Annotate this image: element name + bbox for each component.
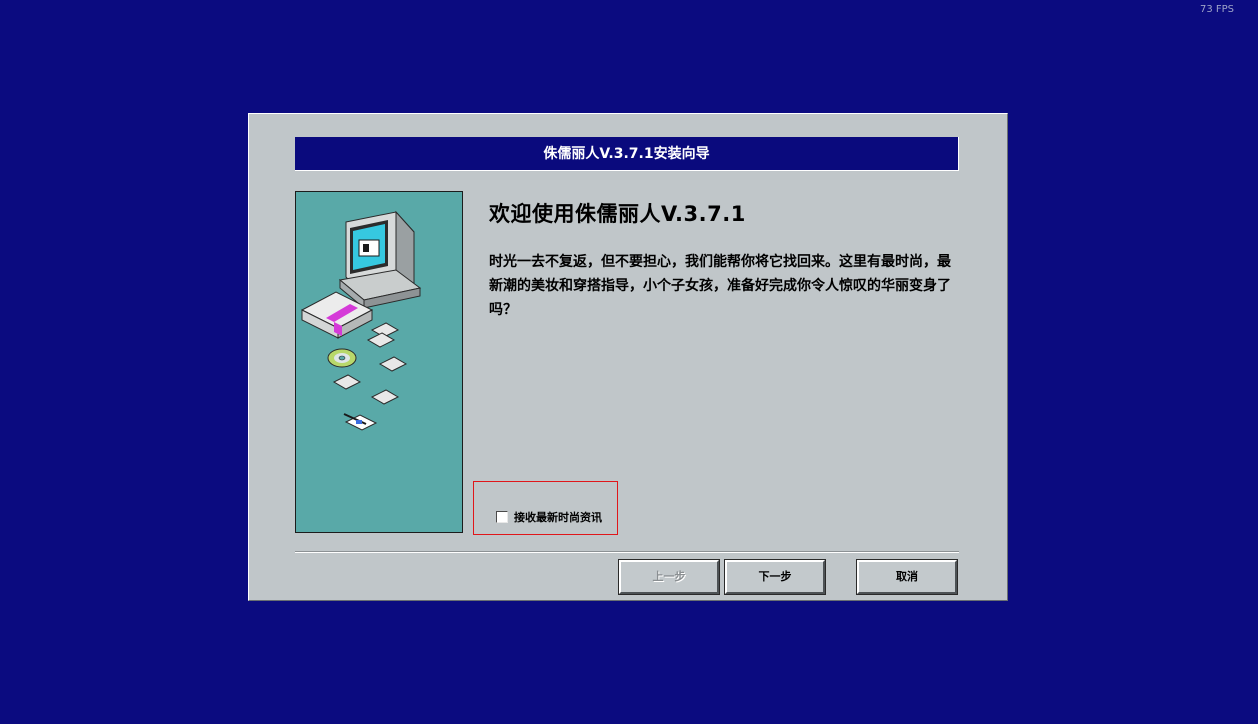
checkbox-highlight-frame — [473, 481, 618, 535]
fashion-news-checkbox[interactable] — [496, 511, 508, 523]
welcome-heading: 欢迎使用侏儒丽人V.3.7.1 — [489, 202, 746, 226]
cancel-button[interactable]: 取消 — [856, 559, 958, 595]
fps-counter: 73 FPS — [1199, 4, 1234, 15]
fashion-news-label[interactable]: 接收最新时尚资讯 — [514, 509, 602, 525]
back-button[interactable]: 上一步 — [618, 559, 720, 595]
button-separator — [295, 551, 959, 553]
fashion-news-option[interactable]: 接收最新时尚资讯 — [496, 509, 602, 525]
computer-disks-illustration — [300, 210, 422, 431]
installer-dialog: 侏儒丽人V.3.7.1安装向导 欢迎使用侏儒丽人V.3.7.1 时光一去不复返，… — [248, 113, 1008, 601]
cd-icon — [327, 348, 357, 368]
computer-icon — [338, 210, 422, 310]
next-button[interactable]: 下一步 — [724, 559, 826, 595]
welcome-body-text: 时光一去不复返，但不要担心，我们能帮你将它找回来。这里有最时尚，最新潮的美妆和穿… — [489, 254, 951, 318]
dialog-title: 侏儒丽人V.3.7.1安装向导 — [295, 137, 959, 171]
installer-illustration — [295, 191, 463, 533]
